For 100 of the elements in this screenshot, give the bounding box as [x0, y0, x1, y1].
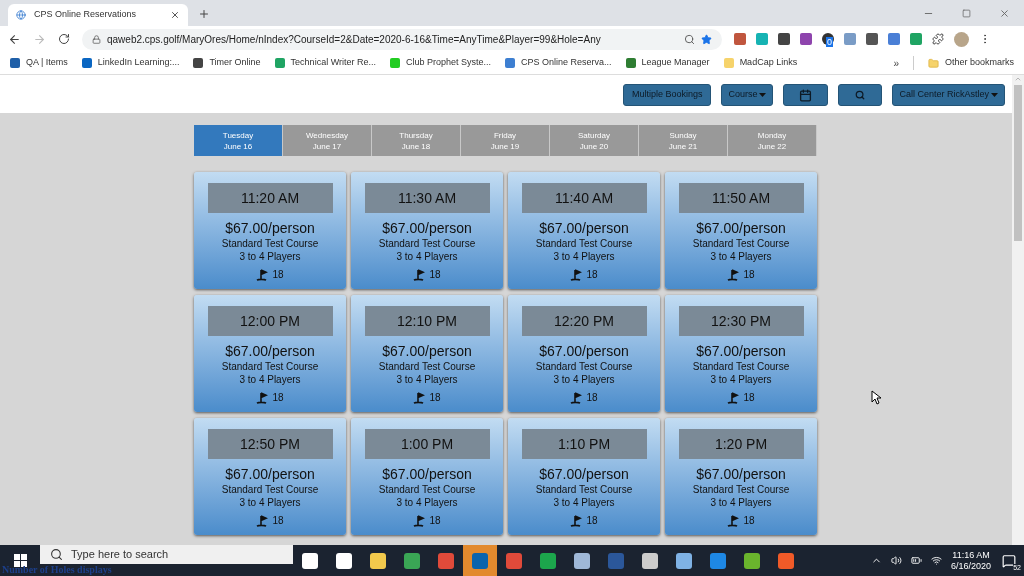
- price: $67.00/person: [225, 220, 315, 237]
- tee-time-card[interactable]: 11:20 AM $67.00/person Standard Test Course 3 to 4 Players 18: [194, 172, 346, 289]
- player-count: 3 to 4 Players: [239, 250, 301, 263]
- new-tab-icon[interactable]: [198, 8, 210, 20]
- course-name: Standard Test Course: [535, 360, 633, 373]
- hole-count: 18: [272, 391, 284, 405]
- tee-time: 11:50 AM: [678, 183, 804, 213]
- price: $67.00/person: [539, 466, 629, 483]
- player-count: 3 to 4 Players: [239, 496, 301, 509]
- extension-icon[interactable]: [800, 33, 812, 45]
- day-tab[interactable]: Tuesday June 16: [194, 125, 283, 156]
- browser-tab[interactable]: CPS Online Reservations: [8, 4, 188, 26]
- tee-time-card[interactable]: 1:00 PM $67.00/person Standard Test Course 3 to 4 Players 18: [351, 418, 503, 535]
- tee-time-card[interactable]: 11:30 AM $67.00/person Standard Test Course 3 to 4 Players 18: [351, 172, 503, 289]
- course-name: Standard Test Course: [535, 237, 633, 250]
- golf-flag-icon: [727, 391, 740, 404]
- player-count: 3 to 4 Players: [553, 496, 615, 509]
- extension-icon[interactable]: [778, 33, 790, 45]
- tee-time: 12:30 PM: [678, 306, 804, 336]
- course-name: Standard Test Course: [692, 483, 790, 496]
- golf-flag-icon: [727, 514, 740, 527]
- bookmark-link[interactable]: League Manager: [625, 56, 710, 70]
- tee-time-card[interactable]: 11:40 AM $67.00/person Standard Test Course 3 to 4 Players 18: [508, 172, 660, 289]
- bookmark-link[interactable]: MadCap Links: [723, 56, 798, 70]
- tee-time: 12:50 PM: [207, 429, 333, 459]
- tee-time-card[interactable]: 1:20 PM $67.00/person Standard Test Course 3 to 4 Players 18: [665, 418, 817, 535]
- search-icon: [50, 548, 63, 561]
- bookmark-link[interactable]: QA | Items: [10, 56, 68, 70]
- tee-time-card[interactable]: 12:00 PM $67.00/person Standard Test Course 3 to 4 Players 18: [194, 295, 346, 412]
- hole-count: 18: [429, 391, 441, 405]
- golf-flag-icon: [727, 268, 740, 281]
- hole-count: 18: [743, 391, 755, 405]
- address-bar[interactable]: qaweb2.cps.golf/MaryOres/Home/nIndex?CourseId=2&Date=2020-6-16&Time=AnyTime&Player=99&Hole=Any: [82, 28, 722, 50]
- price: $67.00/person: [225, 343, 315, 360]
- lock-icon: [92, 34, 101, 44]
- bookmark-link[interactable]: Timer Online: [193, 56, 261, 70]
- tee-time: 11:40 AM: [521, 183, 647, 213]
- extension-icon[interactable]: [734, 33, 746, 45]
- extension-icon[interactable]: [866, 33, 878, 45]
- folder-icon: [927, 57, 939, 69]
- tee-time: 1:10 PM: [521, 429, 647, 459]
- tee-time-card[interactable]: 11:50 AM $67.00/person Standard Test Course 3 to 4 Players 18: [665, 172, 817, 289]
- golf-flag-icon: [570, 268, 583, 281]
- battery-icon[interactable]: [910, 555, 922, 566]
- wifi-icon[interactable]: [930, 555, 942, 566]
- bookmark-star-icon: [701, 33, 712, 45]
- price: $67.00/person: [382, 220, 472, 237]
- golf-flag-icon: [413, 514, 426, 527]
- search-button[interactable]: [838, 84, 883, 106]
- zoom-icon: [684, 33, 695, 45]
- tee-time-card[interactable]: 12:30 PM $67.00/person Standard Test Course 3 to 4 Players 18: [665, 295, 817, 412]
- url-text: qaweb2.cps.golf/MaryOres/Home/nIndex?CourseId=2&Date=2020-6-16&Time=AnyTime&Player=99&Hole=Any: [107, 32, 602, 47]
- hole-count: 18: [586, 268, 598, 282]
- tab-title: CPS Online Reservations: [34, 8, 138, 22]
- player-count: 3 to 4 Players: [396, 250, 458, 263]
- back-icon[interactable]: [8, 32, 21, 46]
- player-count: 3 to 4 Players: [396, 373, 458, 386]
- hole-count: 18: [272, 268, 284, 282]
- extension-icon[interactable]: [888, 33, 900, 45]
- tee-time: 12:10 PM: [364, 306, 490, 336]
- hole-count: 18: [586, 514, 598, 528]
- player-count: 3 to 4 Players: [710, 373, 772, 386]
- course-name: Standard Test Course: [378, 237, 476, 250]
- course-name: Standard Test Course: [692, 237, 790, 250]
- close-icon: [170, 10, 180, 20]
- hole-count: 18: [743, 268, 755, 282]
- tee-time-card[interactable]: 12:10 PM $67.00/person Standard Test Course 3 to 4 Players 18: [351, 295, 503, 412]
- player-count: 3 to 4 Players: [710, 496, 772, 509]
- bookmarks-overflow[interactable]: »: [893, 55, 899, 71]
- extension-icon[interactable]: 0: [822, 33, 834, 45]
- puzzle-icon[interactable]: [932, 33, 944, 45]
- tee-time: 12:00 PM: [207, 306, 333, 336]
- golf-flag-icon: [256, 268, 269, 281]
- golf-flag-icon: [413, 268, 426, 281]
- bookmark-link[interactable]: LinkedIn Learning:...: [81, 56, 180, 70]
- close-window-icon[interactable]: [999, 8, 1010, 19]
- tee-time: 12:20 PM: [521, 306, 647, 336]
- tee-time: 1:00 PM: [364, 429, 490, 459]
- course-name: Standard Test Course: [221, 237, 319, 250]
- reload-icon[interactable]: [58, 33, 70, 45]
- tee-time-card[interactable]: 1:10 PM $67.00/person Standard Test Course 3 to 4 Players 18: [508, 418, 660, 535]
- bookmark-link[interactable]: CPS Online Reserva...: [505, 56, 612, 70]
- tee-time: 11:30 AM: [364, 183, 490, 213]
- golf-flag-icon: [413, 391, 426, 404]
- speaker-icon[interactable]: [890, 555, 902, 566]
- calendar-icon: [799, 88, 813, 102]
- golf-flag-icon: [256, 391, 269, 404]
- player-count: 3 to 4 Players: [396, 496, 458, 509]
- taskbar-search-field[interactable]: Type here to search: [40, 545, 293, 564]
- other-bookmarks[interactable]: Other bookmarks: [927, 56, 1014, 70]
- course-name: Standard Test Course: [378, 483, 476, 496]
- bookmark-link[interactable]: Technical Writer Re...: [274, 56, 376, 70]
- tee-time-card[interactable]: 12:20 PM $67.00/person Standard Test Course 3 to 4 Players 18: [508, 295, 660, 412]
- extension-badge: 0: [826, 37, 833, 47]
- course-name: Standard Test Course: [221, 360, 319, 373]
- calendar-button[interactable]: [783, 84, 829, 106]
- bookmark-link[interactable]: Club Prophet Syste...: [389, 56, 491, 70]
- clock[interactable]: 11:16 AM 6/16/2020: [950, 549, 991, 572]
- tee-time-card[interactable]: 12:50 PM $67.00/person Standard Test Course 3 to 4 Players 18: [194, 418, 346, 535]
- scrollbar-thumb[interactable]: [1014, 85, 1022, 241]
